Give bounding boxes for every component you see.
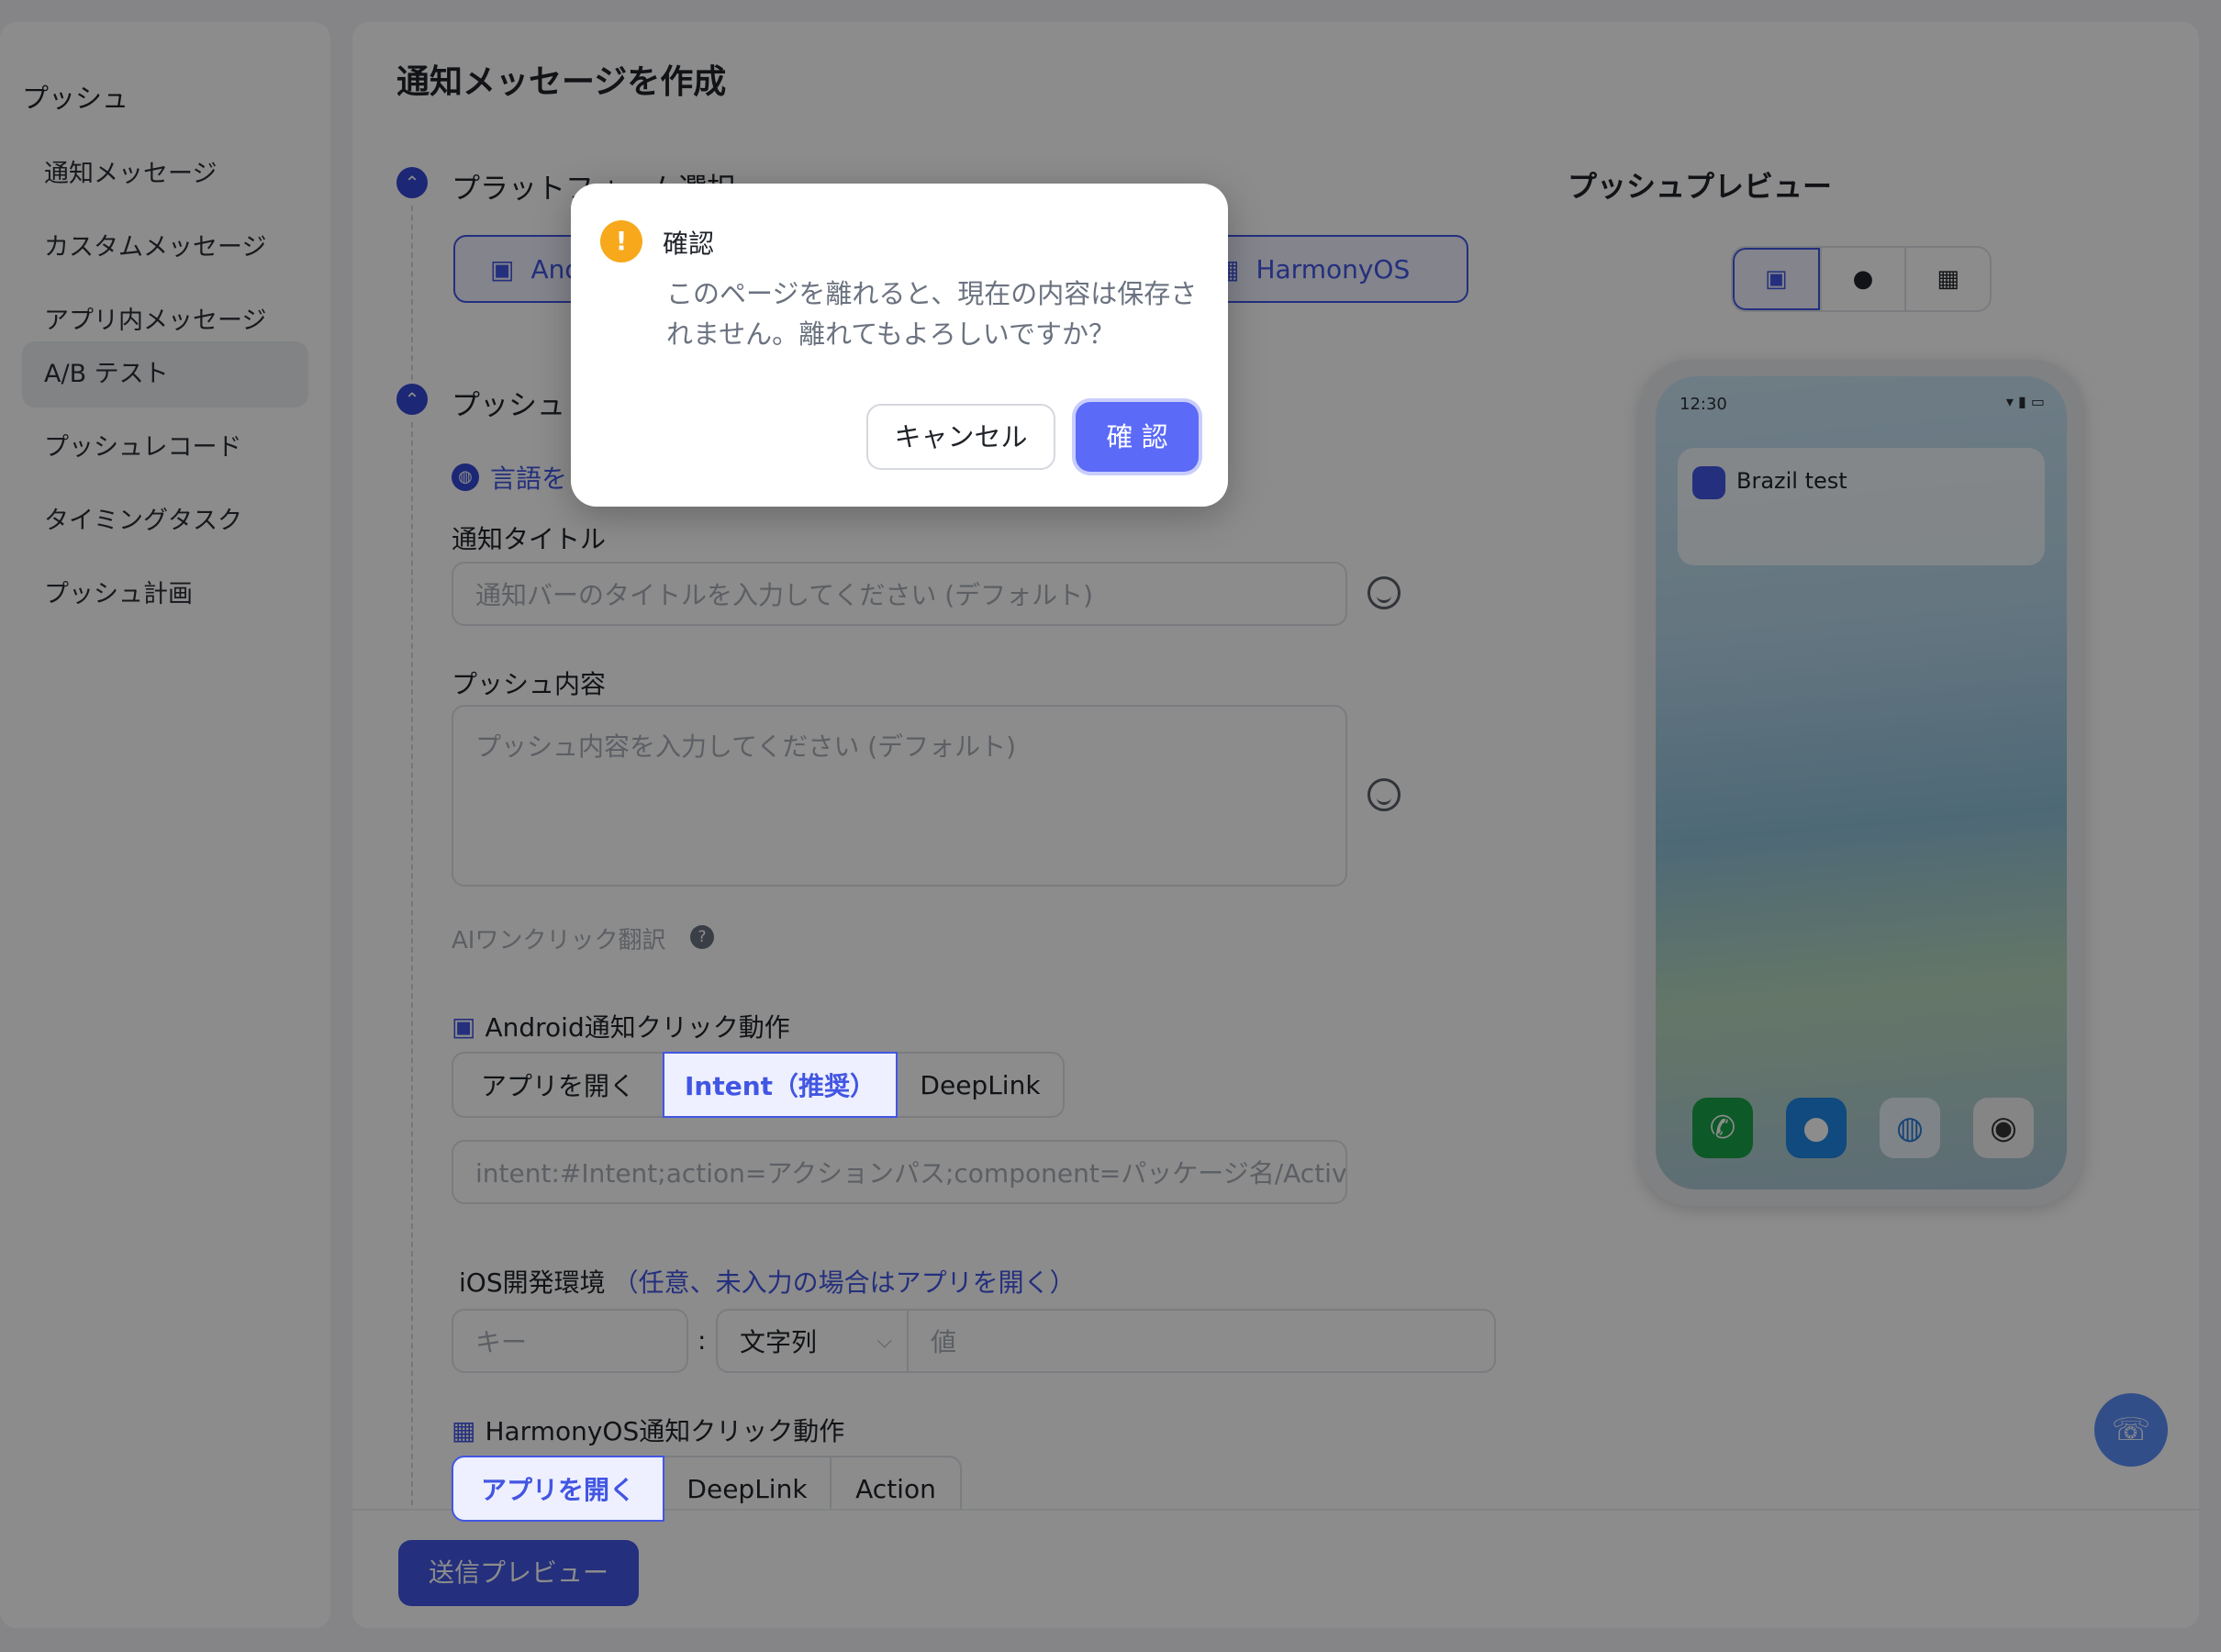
android-action-intent[interactable]: Intent（推奨） — [663, 1052, 898, 1118]
confirm-button[interactable]: 確 認 — [1076, 402, 1199, 472]
harmony-action-open-app[interactable]: アプリを開く — [452, 1456, 664, 1522]
dialog-title: 確認 — [663, 229, 715, 259]
cancel-button[interactable]: キャンセル — [866, 404, 1055, 470]
dialog-message: このページを離れると、現在の内容は保存されません。離れてもよろしいですか？ — [666, 278, 1198, 350]
warning-icon: ! — [600, 220, 642, 262]
confirm-dialog: ! 確認 このページを離れると、現在の内容は保存されません。離れてもよろしいです… — [571, 184, 1228, 507]
